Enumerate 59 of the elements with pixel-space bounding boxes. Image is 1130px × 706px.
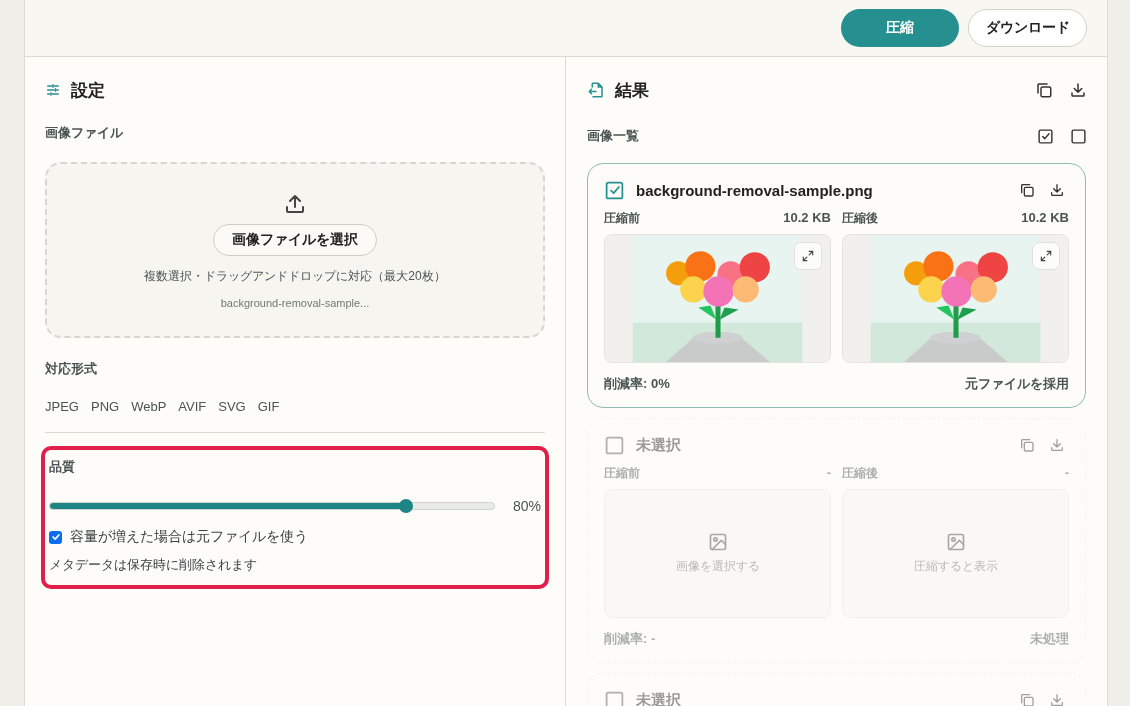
file-name: background-removal-sample.png (636, 181, 873, 199)
checkbox-icon[interactable] (604, 434, 625, 456)
format-label: JPEG (45, 399, 79, 414)
size-label: 圧縮後 (842, 210, 878, 227)
panel-title: 結果 (615, 79, 649, 102)
section-label: 品質 (49, 458, 76, 476)
compress-button[interactable]: 圧縮 (841, 9, 959, 47)
drop-zone[interactable]: 画像ファイルを選択 複数選択・ドラッグアンドドロップに対応（最大20枚） background-removal-sample... (45, 162, 545, 338)
file-name: background-removal-sample... (220, 296, 370, 309)
expand-button[interactable] (794, 242, 822, 270)
file-size: - (1064, 465, 1069, 482)
checkbox-icon[interactable] (604, 689, 625, 706)
checkbox[interactable] (49, 530, 62, 544)
format-label: SVG (218, 399, 246, 414)
file-name: 未選択 (636, 690, 681, 706)
file-name: 未選択 (636, 435, 681, 455)
reduction-rate: 削減率: 0% (604, 375, 670, 393)
sliders-icon (45, 82, 61, 98)
checkbox-label: 容量が増えた場合は元ファイルを使う (70, 528, 308, 546)
expand-icon (1039, 249, 1053, 263)
placeholder-text: 圧縮すると表示 (913, 558, 998, 575)
check-icon (50, 532, 61, 542)
select-file-button[interactable]: 画像ファイルを選択 (213, 223, 377, 256)
format-label: AVIF (178, 399, 207, 414)
select-all-icon[interactable] (1037, 127, 1054, 145)
format-label: GIF (257, 399, 280, 414)
size-label: 圧縮後 (842, 465, 878, 482)
copy-icon[interactable] (1035, 81, 1053, 99)
format-label: WebP (131, 399, 167, 414)
expand-icon (801, 249, 815, 263)
section-label: 画像ファイル (45, 124, 124, 142)
file-arrow-icon (587, 81, 605, 99)
image-icon (707, 532, 728, 552)
copy-icon[interactable] (1019, 182, 1035, 198)
note-text: メタデータは保存時に削除されます (49, 556, 258, 574)
deselect-all-icon[interactable] (1070, 127, 1087, 145)
status-text: 元ファイルを採用 (965, 375, 1069, 393)
file-size: 10.2 KB (783, 210, 831, 227)
section-label: 画像一覧 (587, 127, 639, 145)
drop-hint: 複数選択・ドラッグアンドドロップに対応（最大20枚） (144, 267, 446, 285)
image-icon (945, 532, 966, 552)
download-button[interactable]: ダウンロード (968, 9, 1087, 47)
expand-button[interactable] (1032, 242, 1060, 270)
section-label: 対応形式 (45, 360, 98, 378)
size-label: 圧縮前 (604, 210, 640, 227)
format-label: PNG (90, 399, 120, 414)
quality-value: 80% (513, 498, 542, 514)
download-icon[interactable] (1069, 81, 1087, 99)
file-size: 10.2 KB (1021, 210, 1069, 227)
file-size: - (826, 465, 831, 482)
panel-title: 設定 (71, 79, 105, 102)
status-text: 未処理 (1030, 630, 1069, 648)
size-label: 圧縮前 (604, 465, 640, 482)
placeholder-text: 画像を選択する (675, 558, 760, 575)
slider-thumb[interactable] (398, 499, 413, 513)
reduction-rate: 削減率: - (604, 630, 656, 648)
slider-track[interactable] (49, 502, 495, 510)
checked-checkbox-icon[interactable] (604, 179, 625, 201)
download-icon[interactable] (1049, 182, 1065, 198)
